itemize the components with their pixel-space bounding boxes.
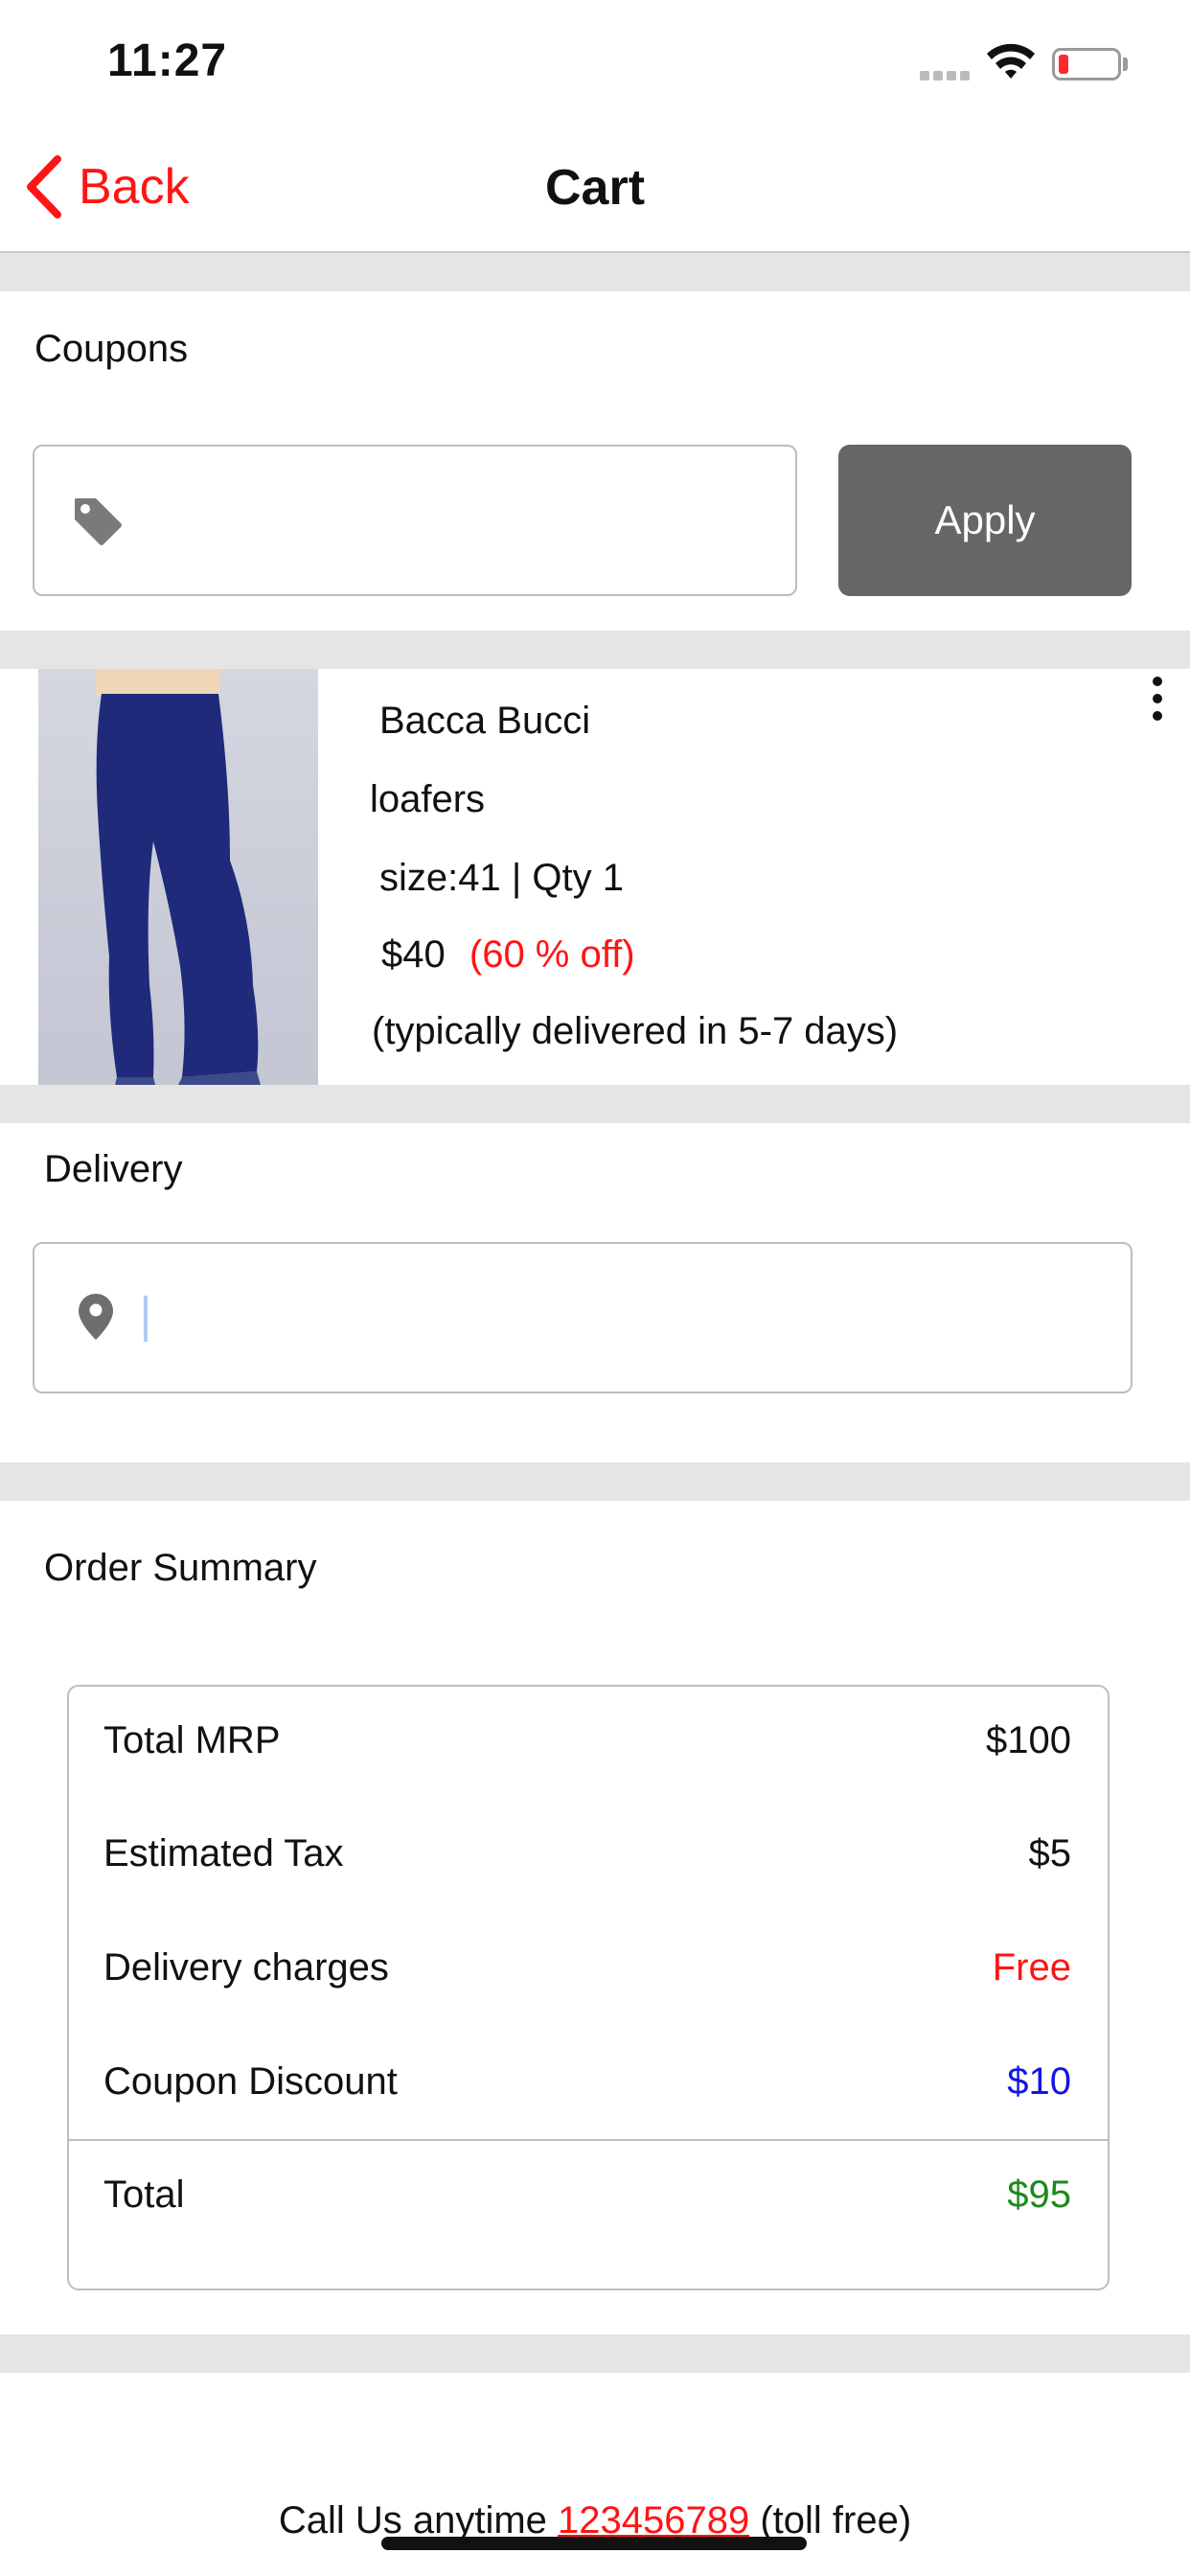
section-separator xyxy=(0,1085,1190,1123)
wifi-icon xyxy=(987,43,1035,79)
section-separator xyxy=(0,2334,1190,2373)
summary-row-label: Total MRP xyxy=(103,1719,281,1761)
product-discount: (60 % off) xyxy=(469,933,635,976)
leggings-illustration xyxy=(96,669,261,1085)
coupons-label: Coupons xyxy=(34,328,189,370)
summary-row-value: $100 xyxy=(986,1719,1071,1761)
cellular-signal-icon xyxy=(920,71,972,80)
battery-icon xyxy=(1052,48,1121,80)
product-size-qty: size:41 | Qty 1 xyxy=(379,857,624,899)
delivery-label: Delivery xyxy=(44,1148,183,1190)
apply-button[interactable]: Apply xyxy=(838,445,1132,596)
more-options-icon[interactable] xyxy=(1146,677,1169,724)
delivery-estimate: (typically delivered in 5-7 days) xyxy=(372,1010,899,1052)
page-title: Cart xyxy=(544,160,646,216)
text-caret xyxy=(144,1296,148,1342)
summary-divider xyxy=(69,2139,1108,2141)
call-us-text: Call Us anytime xyxy=(278,2499,559,2542)
summary-row-value: $10 xyxy=(1007,2060,1071,2103)
product-brand: Bacca Bucci xyxy=(379,700,591,742)
product-price-row: $40 (60 % off) xyxy=(381,933,635,977)
section-separator xyxy=(0,1462,1190,1501)
summary-row-value: Free xyxy=(992,1946,1071,1989)
coupon-input[interactable] xyxy=(33,445,797,596)
tag-icon xyxy=(75,498,122,545)
section-separator xyxy=(0,253,1190,291)
location-pin-icon xyxy=(79,1294,113,1340)
product-image[interactable] xyxy=(38,669,318,1085)
summary-row-label: Delivery charges xyxy=(103,1946,389,1989)
home-indicator[interactable] xyxy=(381,2537,807,2550)
status-time: 11:27 xyxy=(107,35,228,86)
toll-free-text: (toll free) xyxy=(749,2499,912,2542)
total-value: $95 xyxy=(1007,2174,1071,2216)
summary-row-label: Estimated Tax xyxy=(103,1832,344,1874)
section-separator xyxy=(0,631,1190,669)
phone-link[interactable]: 123456789 xyxy=(558,2499,749,2542)
summary-row-value: $5 xyxy=(1028,1832,1072,1874)
delivery-address-input[interactable] xyxy=(33,1242,1133,1393)
total-label: Total xyxy=(103,2174,185,2216)
product-price: $40 xyxy=(381,933,446,976)
summary-row-label: Coupon Discount xyxy=(103,2060,398,2103)
product-name: loafers xyxy=(370,778,486,820)
battery-cap xyxy=(1123,58,1128,71)
order-summary-label: Order Summary xyxy=(44,1547,317,1589)
